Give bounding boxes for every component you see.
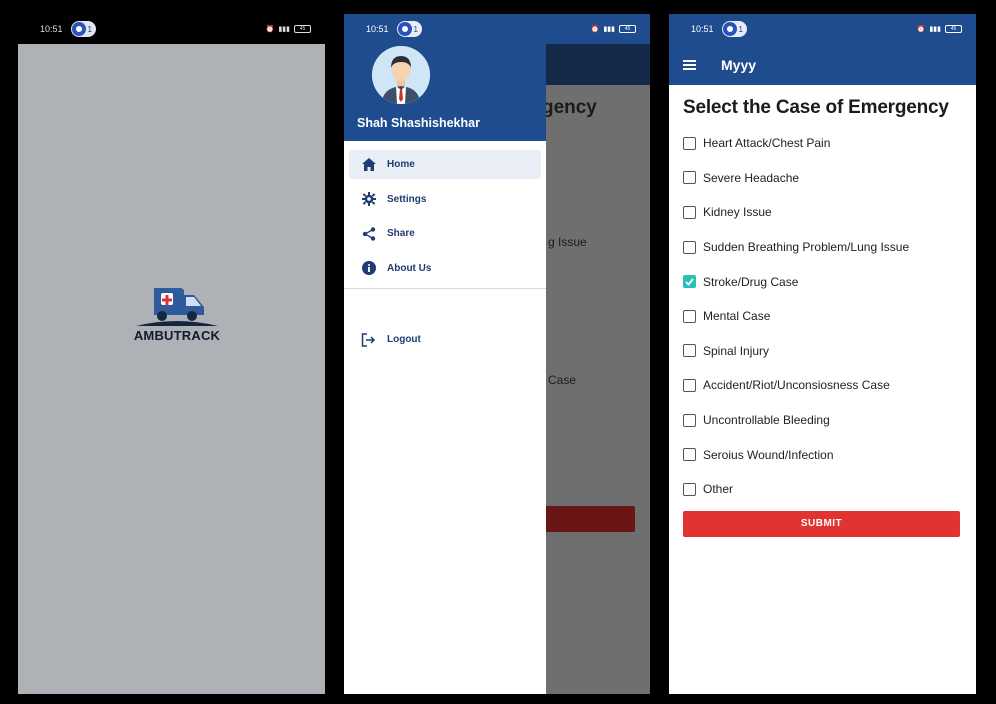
status-time: 10:51 — [366, 24, 389, 34]
option-label: Accident/Riot/Unconsiosness Case — [703, 378, 890, 393]
option-label: Seroius Wound/Infection — [703, 447, 834, 462]
battery-icon: 45 — [619, 25, 636, 33]
splash-screen: 10:51 1 ⏰ ▮▮▮ 45 AMBUTRACK — [18, 14, 325, 694]
checkbox[interactable] — [683, 309, 696, 323]
alarm-icon: ⏰ — [916, 26, 926, 33]
emergency-options: Heart Attack/Chest Pain Severe Headache Ki… — [683, 126, 962, 507]
drawer-item-label: Settings — [387, 193, 427, 205]
battery-icon: 45 — [294, 25, 311, 33]
option-label: Uncontrollable Bleeding — [703, 413, 830, 428]
option-label: Sudden Breathing Problem/Lung Issue — [703, 240, 910, 255]
notification-count: 1 — [87, 24, 92, 34]
drawer-screen: 10:51 1 ⏰ ▮▮▮ 45 ergency g Issue Case Sh… — [344, 14, 650, 694]
app-logo: AMBUTRACK — [132, 282, 222, 343]
status-icons: ⏰ ▮▮▮ 45 — [591, 25, 636, 33]
option-row[interactable]: Spinal Injury — [683, 334, 962, 369]
option-row[interactable]: Uncontrollable Bleeding — [683, 403, 962, 438]
info-icon — [360, 260, 377, 277]
submit-button-dimmed — [544, 506, 635, 532]
notification-pill: 1 — [396, 21, 422, 37]
option-row[interactable]: Kidney Issue — [683, 195, 962, 230]
option-row[interactable]: Other — [683, 472, 962, 507]
drawer-item-home[interactable]: Home — [349, 150, 541, 179]
checkbox[interactable] — [683, 378, 696, 392]
drawer-item-label: Share — [387, 228, 415, 239]
drawer-item-label: Logout — [387, 334, 421, 345]
navigation-drawer: Shah Shashishekhar Home Settings Share A… — [344, 14, 546, 694]
status-bar: 10:51 1 ⏰ ▮▮▮ 45 — [344, 14, 650, 44]
user-icon — [722, 22, 737, 36]
share-icon — [360, 225, 377, 242]
page-title: Select the Case of Emergency — [683, 97, 949, 118]
option-label: Stroke/Drug Case — [703, 274, 799, 289]
drawer-divider — [344, 288, 546, 289]
option-label: Severe Headache — [703, 170, 800, 185]
alarm-icon: ⏰ — [590, 26, 600, 33]
status-time: 10:51 — [691, 24, 714, 34]
drawer-item-label: About Us — [387, 262, 432, 274]
status-bar: 10:51 1 ⏰ ▮▮▮ 45 — [18, 14, 325, 44]
signal-icon: ▮▮▮ — [603, 26, 615, 33]
drawer-item-share[interactable]: Share — [349, 219, 541, 248]
user-icon — [71, 22, 86, 36]
signal-icon: ▮▮▮ — [278, 26, 290, 33]
alarm-icon: ⏰ — [265, 26, 275, 33]
checkbox[interactable] — [683, 448, 696, 462]
notification-count: 1 — [413, 24, 418, 34]
checkbox[interactable] — [683, 240, 696, 254]
drawer-item-logout[interactable]: Logout — [349, 325, 541, 354]
hamburger-menu-icon[interactable] — [683, 59, 696, 70]
notification-count: 1 — [738, 24, 743, 34]
option-label: Spinal Injury — [703, 343, 770, 358]
checkbox[interactable] — [683, 413, 696, 427]
option-row[interactable]: Accident/Riot/Unconsiosness Case — [683, 368, 962, 403]
checkbox[interactable] — [683, 171, 696, 185]
user-avatar-icon — [372, 46, 430, 104]
gear-icon — [360, 191, 377, 208]
drawer-menu: Home Settings Share About Us Logout — [344, 141, 546, 354]
checkbox[interactable] — [683, 344, 696, 358]
logout-icon — [360, 331, 377, 348]
drawer-item-label: Home — [387, 159, 415, 170]
user-name: Shah Shashishekhar — [357, 116, 480, 130]
checkbox[interactable] — [683, 205, 696, 219]
app-title: Myyy — [721, 56, 757, 73]
checkbox[interactable] — [683, 136, 696, 150]
option-fragment: g Issue — [548, 235, 587, 249]
option-row[interactable]: Seroius Wound/Infection — [683, 437, 962, 472]
option-row[interactable]: Mental Case — [683, 299, 962, 334]
option-fragment: Case — [548, 373, 577, 387]
option-label: Heart Attack/Chest Pain — [703, 136, 831, 151]
option-row[interactable]: Severe Headache — [683, 161, 962, 196]
option-row[interactable]: Stroke/Drug Case — [683, 264, 962, 299]
battery-icon: 45 — [945, 25, 962, 33]
avatar — [372, 46, 430, 104]
emergency-form-screen: 10:51 1 ⏰ ▮▮▮ 45 Myyy Select the Case of… — [669, 14, 976, 694]
option-label: Other — [703, 482, 734, 497]
status-bar: 10:51 1 ⏰ ▮▮▮ 45 — [669, 14, 976, 44]
home-icon — [360, 156, 377, 173]
brand-name: AMBUTRACK — [133, 328, 221, 343]
user-icon — [397, 22, 412, 36]
option-row[interactable]: Sudden Breathing Problem/Lung Issue — [683, 230, 962, 265]
status-icons: ⏰ ▮▮▮ 45 — [917, 25, 962, 33]
form-content: Select the Case of Emergency Heart Attac… — [669, 85, 976, 537]
app-bar: Myyy — [669, 44, 976, 85]
checkbox[interactable] — [683, 482, 696, 496]
notification-pill: 1 — [70, 21, 96, 37]
option-label: Mental Case — [703, 309, 771, 324]
submit-button[interactable]: SUBMIT — [683, 510, 960, 537]
option-row[interactable]: Heart Attack/Chest Pain — [683, 126, 962, 161]
ambulance-icon — [136, 288, 218, 326]
drawer-item-about[interactable]: About Us — [349, 254, 541, 283]
check-icon — [685, 278, 694, 286]
notification-pill: 1 — [721, 21, 747, 37]
signal-icon: ▮▮▮ — [929, 26, 941, 33]
checkbox-checked[interactable] — [683, 275, 696, 289]
option-label: Kidney Issue — [703, 205, 772, 220]
drawer-item-settings[interactable]: Settings — [349, 185, 541, 214]
status-time: 10:51 — [40, 24, 63, 34]
status-icons: ⏰ ▮▮▮ 45 — [266, 25, 311, 33]
